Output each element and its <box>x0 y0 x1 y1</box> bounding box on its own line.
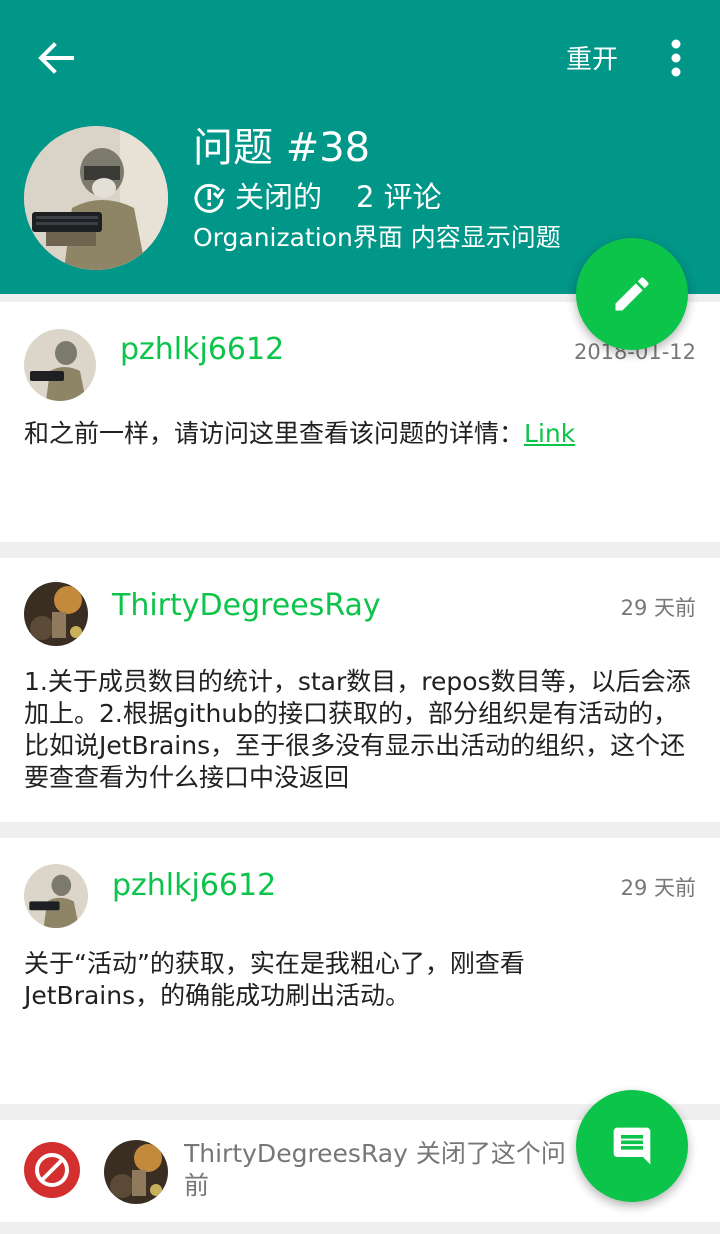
avatar[interactable] <box>24 329 96 401</box>
more-options-button[interactable] <box>660 36 692 80</box>
event-text: ThirtyDegreesRay 关闭了这个问 前 <box>184 1138 594 1202</box>
avatar[interactable] <box>24 582 88 646</box>
avatar-photo-image <box>24 582 88 646</box>
comment-username[interactable]: pzhlkj6612 <box>120 330 284 370</box>
pencil-icon <box>615 277 649 311</box>
avatar-soldier-image <box>24 864 88 928</box>
comment-count: 2 评论 <box>356 180 442 214</box>
issue-closed-icon <box>194 183 225 213</box>
comment-body: 关于“活动”的获取，实在是我粗心了，刚查看JetBrains，的确能成功刷出活动… <box>24 949 525 1010</box>
edit-fab-button[interactable] <box>576 238 688 350</box>
issue-subtitle: Organization界面 内容显示问题 <box>193 223 561 252</box>
comment-card: ThirtyDegreesRay 29 天前 1.关于成员数目的统计，star数… <box>0 558 720 822</box>
reopen-button[interactable]: 重开 <box>556 40 628 80</box>
comment-text: 和之前一样，请访问这里查看该问题的详情： <box>24 419 525 448</box>
event-time: 前 <box>184 1171 210 1200</box>
arrow-left-icon <box>38 42 74 74</box>
avatar[interactable] <box>104 1140 168 1204</box>
issue-status: 关闭的 <box>235 180 323 214</box>
add-comment-fab-button[interactable] <box>576 1090 688 1202</box>
comment-username[interactable]: pzhlkj6612 <box>112 866 276 906</box>
block-icon <box>24 1142 80 1198</box>
back-button[interactable] <box>28 30 84 86</box>
comment-card: pzhlkj6612 29 天前 关于“活动”的获取，实在是我粗心了，刚查看Je… <box>0 838 720 1104</box>
issue-title: 问题 #38 <box>193 125 371 171</box>
comment-time: 29 天前 <box>620 876 696 900</box>
details-link[interactable]: Link <box>524 419 575 448</box>
comment-body: 1.关于成员数目的统计，star数目，repos数目等，以后会添加上。2.根据g… <box>24 667 691 792</box>
comment-body: 和之前一样，请访问这里查看该问题的详情：Link <box>24 418 696 450</box>
avatar[interactable] <box>24 864 88 928</box>
comment-icon <box>613 1127 651 1165</box>
avatar-photo-image <box>104 1140 168 1204</box>
event-username[interactable]: ThirtyDegreesRay <box>184 1139 408 1168</box>
issue-meta: 关闭的 2 评论 <box>193 178 442 216</box>
author-avatar[interactable] <box>24 126 168 270</box>
comment-username[interactable]: ThirtyDegreesRay <box>112 586 381 626</box>
avatar-soldier-image <box>24 329 96 401</box>
event-action: 关闭了这个问 <box>415 1139 566 1168</box>
comment-time: 29 天前 <box>620 596 696 620</box>
avatar-soldier-image <box>24 126 168 270</box>
more-vert-icon <box>671 39 681 77</box>
